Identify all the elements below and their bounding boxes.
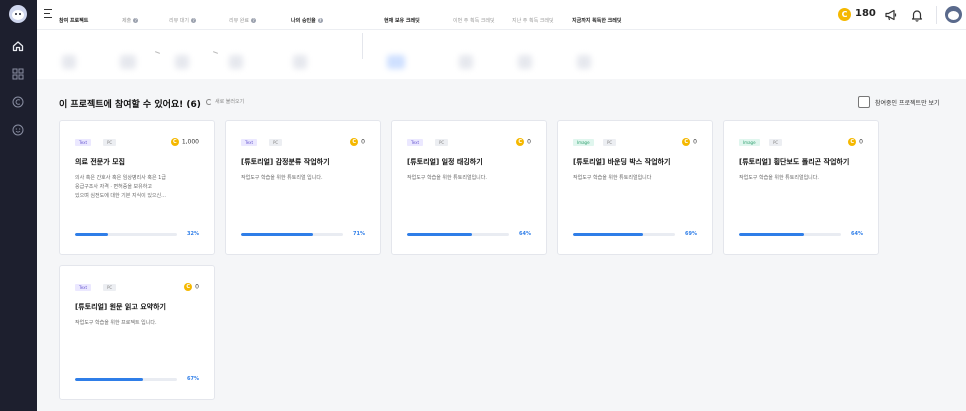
type-badge: Text: [241, 139, 258, 146]
progress-percent: 67%: [187, 376, 199, 382]
coin-icon: C: [350, 138, 359, 146]
type-badge: Text: [75, 139, 92, 146]
coin-balance: 180: [855, 8, 876, 19]
blurred-value: [62, 55, 76, 69]
project-card[interactable]: Text PC C0 [튜토리얼] 감정분류 작업하기 작업도구 학습을 위한 …: [225, 120, 381, 255]
reward: C0: [350, 138, 365, 146]
project-title: [튜토리얼] 감정분류 작업하기: [241, 158, 330, 166]
only-joined-label[interactable]: 참여중인 프로젝트만 보기: [875, 98, 940, 107]
project-description: 작업도구 학습을 위한 튜토리얼 입니다.: [241, 175, 323, 181]
project-title: [튜토리얼] 원문 읽고 요약하기: [75, 303, 166, 311]
grid-icon[interactable]: [9, 65, 27, 83]
stat-label-review-pending: 리뷰 대기?: [169, 18, 196, 24]
project-card[interactable]: Text PC C0 [튜토리얼] 원문 읽고 요약하기 작업도구 학습을 위한…: [59, 265, 215, 400]
credit-icon[interactable]: [9, 93, 27, 111]
page-title: 이 프로젝트에 참여할 수 있어요! (6): [59, 100, 201, 110]
platform-badge: PC: [103, 284, 117, 291]
progress-bar: [75, 378, 177, 381]
info-icon: ?: [133, 18, 139, 23]
info-icon: ?: [251, 18, 256, 23]
project-card[interactable]: Text PC C0 [튜토리얼] 일정 태깅하기 작업도구 학습을 위한 튜토…: [391, 120, 547, 255]
project-card[interactable]: Image PC C0 [튜토리얼] 횡단보도 폴리곤 작업하기 작업도구 학습…: [723, 120, 879, 255]
coin-icon: C: [848, 138, 857, 146]
project-title: 의료 전문가 모집: [75, 158, 125, 166]
reward: C0: [682, 138, 697, 146]
type-badge: Text: [75, 284, 92, 291]
refresh-button[interactable]: 새로 불러오기: [206, 98, 244, 105]
reward: C0: [184, 283, 199, 291]
coin-icon: C: [838, 8, 851, 21]
project-title: [튜토리얼] 바운딩 박스 작업하기: [573, 158, 671, 166]
only-joined-checkbox[interactable]: [858, 96, 870, 108]
platform-badge: PC: [435, 139, 449, 146]
progress-bar: [75, 233, 177, 236]
platform-badge: PC: [269, 139, 283, 146]
progress-percent: 64%: [519, 231, 531, 237]
home-icon[interactable]: [9, 37, 27, 55]
stat-label-total-credit: 지금까지 획득한 크레딧: [572, 18, 622, 24]
stat-label-review-done: 리뷰 완료?: [229, 18, 256, 24]
progress-percent: 71%: [353, 231, 365, 237]
coin-icon: C: [516, 138, 525, 146]
project-description: 작업도구 학습을 위한 프로젝트 입니다.: [75, 320, 157, 326]
blurred-value: [459, 55, 473, 69]
progress-bar: [739, 233, 841, 236]
project-description: 작업도구 학습을 위한 튜토리얼입니다.: [739, 175, 819, 181]
reward: C 1,000: [170, 138, 199, 146]
coin-icon: C: [184, 283, 193, 291]
platform-badge: PC: [603, 139, 617, 146]
progress-percent: 64%: [851, 231, 863, 237]
project-card[interactable]: Image PC C0 [튜토리얼] 바운딩 박스 작업하기 작업도구 학습을 …: [557, 120, 713, 255]
avatar[interactable]: [945, 6, 962, 23]
blurred-value: [229, 55, 243, 69]
project-description: 의사 혹은 간호사 혹은 임상병리사 혹은 1급 응급구조사 자격 · 면허증을…: [75, 175, 166, 199]
smile-icon[interactable]: [9, 121, 27, 139]
stat-label-last-week-credit: 지난 주 획득 크레딧: [512, 18, 554, 24]
divider: [936, 6, 937, 24]
project-card[interactable]: Text PC C 1,000 의료 전문가 모집 의사 혹은 간호사 혹은 임상…: [59, 120, 215, 255]
coin-icon: C: [170, 138, 179, 146]
blurred-value: [293, 55, 307, 69]
type-badge: Image: [573, 139, 594, 146]
menu-icon[interactable]: [44, 9, 52, 18]
blurred-value: [577, 55, 591, 69]
coin-icon: C: [682, 138, 691, 146]
reward: C0: [848, 138, 863, 146]
app-logo[interactable]: [9, 5, 27, 23]
blurred-value: [518, 55, 532, 69]
platform-badge: PC: [103, 139, 117, 146]
info-icon: ?: [191, 18, 196, 23]
project-description: 작업도구 학습을 위한 튜토리얼입니다: [573, 175, 652, 181]
stat-label-this-week-credit: 이번 주 획득 크레딧: [453, 18, 495, 24]
stat-label-current-credit: 현재 보유 크레딧: [384, 18, 420, 24]
progress-bar: [573, 233, 675, 236]
megaphone-icon[interactable]: [884, 7, 898, 21]
progress-percent: 69%: [685, 231, 697, 237]
bell-icon[interactable]: [910, 7, 924, 22]
blurred-value: [120, 55, 136, 69]
refresh-icon: [206, 98, 212, 105]
blurred-value: [175, 55, 189, 69]
progress-bar: [407, 233, 509, 236]
type-badge: Text: [407, 139, 424, 146]
type-badge: Image: [739, 139, 760, 146]
project-title: [튜토리얼] 횡단보도 폴리곤 작업하기: [739, 158, 850, 166]
divider: [362, 33, 363, 59]
platform-badge: PC: [769, 139, 783, 146]
stat-label-projects: 참여 프로젝트: [59, 18, 89, 24]
project-description: 작업도구 학습을 위한 튜토리얼입니다.: [407, 175, 487, 181]
blurred-value: [387, 55, 405, 69]
project-title: [튜토리얼] 일정 태깅하기: [407, 158, 483, 166]
progress-percent: 32%: [187, 231, 199, 237]
stat-label-submitted: 제출?: [122, 18, 139, 24]
top-bar: [37, 0, 966, 30]
progress-bar: [241, 233, 343, 236]
stat-label-approval-rate: 나의 승인율?: [291, 18, 323, 24]
reward: C0: [516, 138, 531, 146]
sidebar: [0, 0, 37, 411]
info-icon: ?: [317, 18, 323, 23]
